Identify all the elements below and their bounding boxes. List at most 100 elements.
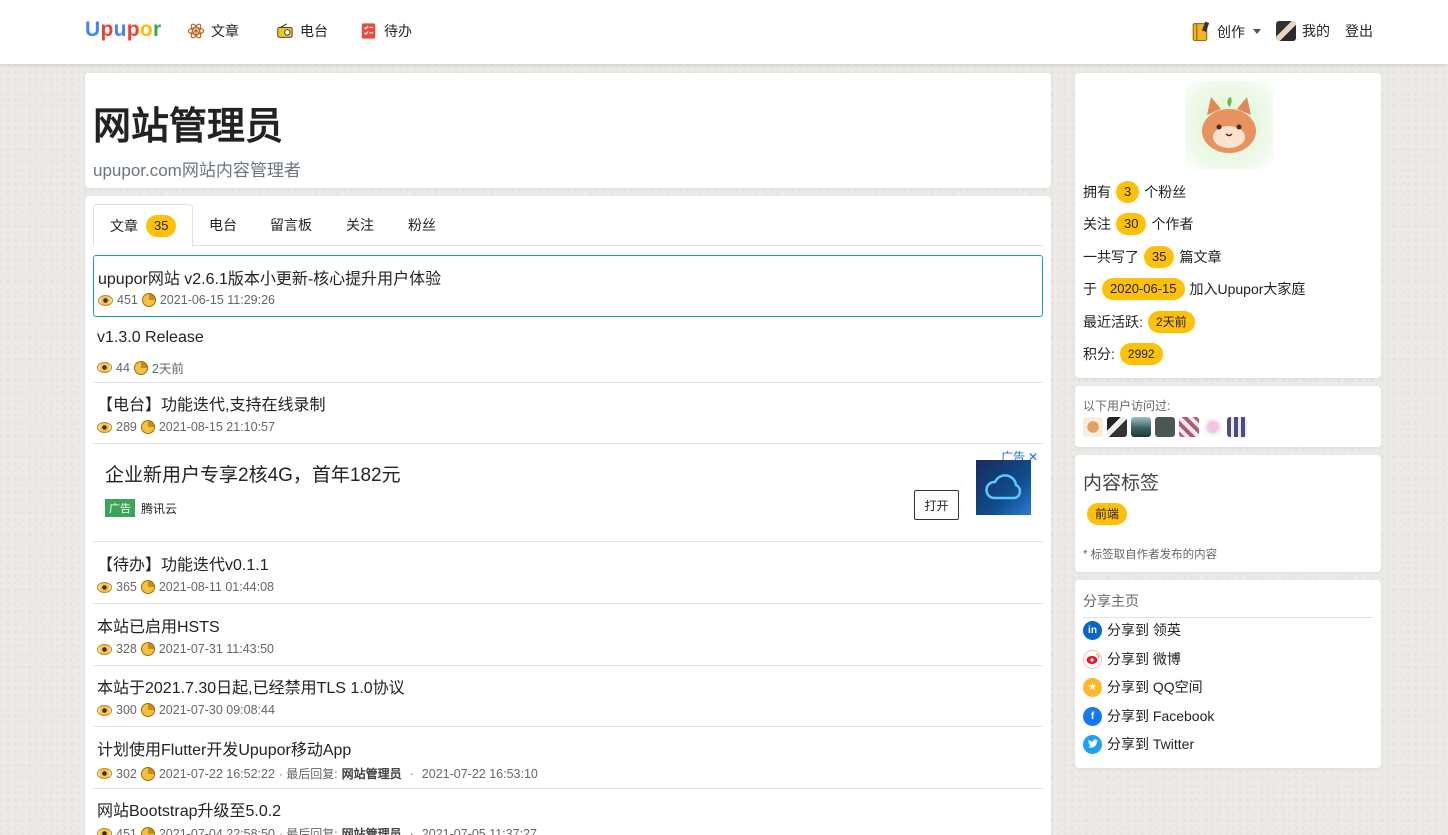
ad-tag: 广告 — [105, 499, 135, 517]
share-facebook[interactable]: f 分享到 Facebook — [1083, 706, 1214, 726]
chevron-down-icon — [1253, 29, 1261, 34]
share-label: 分享到 微博 — [1107, 651, 1181, 667]
share-label: 分享到 Twitter — [1107, 736, 1195, 752]
article-title[interactable]: 本站已启用HSTS — [97, 613, 220, 637]
ad-open-button[interactable]: 打开 — [914, 490, 959, 520]
article-item[interactable]: 网站Bootstrap升级至5.0.2 451 2021-07-04 22:58… — [93, 789, 1043, 835]
article-meta: 451 2021-06-15 11:29:26 — [98, 293, 275, 307]
article-title[interactable]: upupor网站 v2.6.1版本小更新-核心提升用户体验 — [98, 265, 441, 289]
article-item[interactable]: 本站已启用HSTS 328 2021-07-31 11:43:50 — [93, 605, 1043, 666]
fans-count-badge: 3 — [1116, 181, 1140, 203]
atom-icon — [187, 23, 205, 39]
points-stat: 积分: 2992 — [1083, 343, 1163, 365]
tab-radio[interactable]: 电台 — [193, 204, 253, 246]
visitor-avatar[interactable] — [1107, 417, 1127, 437]
publish-time: 2021-07-30 09:08:44 — [158, 703, 275, 717]
share-label: 分享到 领英 — [1107, 622, 1181, 638]
nav-item-radio[interactable]: 电台 — [276, 21, 328, 41]
view-count: 302 — [116, 766, 137, 781]
view-count: 365 — [116, 580, 137, 594]
publish-time: 2021-07-22 16:52:22 — [158, 766, 275, 781]
last-reply-user[interactable]: 网站管理员 — [342, 825, 402, 835]
weibo-icon — [1083, 649, 1102, 669]
tab-label: 文章 — [110, 217, 138, 234]
article-title[interactable]: v1.3.0 Release — [97, 329, 204, 347]
article-item[interactable]: upupor网站 v2.6.1版本小更新-核心提升用户体验 451 2021-0… — [93, 255, 1043, 317]
share-weibo[interactable]: 分享到 微博 — [1083, 649, 1181, 669]
tab-label: 电台 — [209, 217, 237, 233]
article-item[interactable]: 计划使用Flutter开发Upupor移动App 302 2021-07-22 … — [93, 727, 1043, 789]
share-qzone[interactable]: ★ 分享到 QQ空间 — [1083, 677, 1203, 697]
article-item[interactable]: 【待办】功能迭代v0.1.1 365 2021-08-11 01:44:08 — [93, 543, 1043, 604]
tab-guestbook[interactable]: 留言板 — [254, 204, 328, 246]
last-active-stat: 最近活跃: 2天前 — [1083, 311, 1195, 333]
tab-fans[interactable]: 粉丝 — [392, 204, 452, 246]
view-count: 300 — [116, 703, 137, 717]
brand-logo[interactable]: Upupor — [85, 18, 162, 42]
brand-letter: r — [153, 18, 162, 41]
visitor-avatar[interactable] — [1227, 417, 1247, 437]
view-count: 451 — [117, 293, 138, 307]
ad-title[interactable]: 企业新用户专享2核4G，首年182元 — [105, 460, 401, 487]
join-date-badge: 2020-06-15 — [1102, 278, 1185, 300]
article-item[interactable]: 本站于2021.7.30日起,已经禁用TLS 1.0协议 300 2021-07… — [93, 666, 1043, 727]
qzone-icon: ★ — [1083, 677, 1102, 697]
stat-label: 于 — [1083, 281, 1097, 297]
article-title[interactable]: 计划使用Flutter开发Upupor移动App — [97, 736, 351, 760]
twitter-icon — [1083, 734, 1102, 754]
share-twitter[interactable]: 分享到 Twitter — [1083, 734, 1194, 754]
ad-advertiser: 腾讯云 — [141, 501, 178, 516]
articles-stat: 一共写了 35 篇文章 — [1083, 246, 1221, 268]
my-profile-link[interactable]: 我的 — [1276, 21, 1330, 41]
ad-image[interactable] — [976, 460, 1031, 515]
nav-label-todo: 待办 — [384, 23, 412, 39]
tab-following[interactable]: 关注 — [330, 204, 390, 246]
article-title[interactable]: 网站Bootstrap升级至5.0.2 — [97, 797, 281, 821]
logout-link[interactable]: 登出 — [1345, 21, 1373, 41]
share-title: 分享主页 — [1083, 591, 1373, 618]
logout-label: 登出 — [1345, 23, 1373, 39]
clock-icon — [140, 420, 155, 434]
author-stats-card: 拥有 3 个粉丝 关注 30 个作者 一共写了 35 篇文章 于 2020-06… — [1075, 73, 1381, 378]
top-navbar: Upupor 文章 电台 待办 创作 我的 登出 — [0, 0, 1448, 64]
create-label: 创作 — [1217, 23, 1245, 40]
content-tag[interactable]: 前端 — [1087, 503, 1128, 525]
article-item[interactable]: 【电台】功能迭代,支持在线录制 289 2021-08-15 21:10:57 — [93, 383, 1043, 444]
create-dropdown[interactable]: 创作 — [1190, 21, 1261, 42]
visitor-avatar[interactable] — [1179, 417, 1199, 437]
clock-icon — [140, 766, 155, 781]
author-avatar[interactable] — [1185, 81, 1273, 169]
article-meta: 328 2021-07-31 11:43:50 — [97, 642, 274, 656]
separator-dot: · — [409, 766, 414, 781]
publish-time: 2021-08-15 21:10:57 — [158, 420, 275, 434]
ad-banner[interactable]: 企业新用户专享2核4G，首年182元 广告 腾讯云 打开 广告 ✕ — [93, 444, 1043, 542]
nav-label-radio: 电台 — [300, 23, 328, 39]
last-reply-user[interactable]: 网站管理员 — [342, 765, 402, 782]
article-title[interactable]: 本站于2021.7.30日起,已经禁用TLS 1.0协议 — [97, 674, 405, 698]
share-linkedin[interactable]: in 分享到 领英 — [1083, 620, 1181, 640]
clock-icon — [140, 703, 155, 717]
eye-icon — [97, 828, 112, 835]
visitor-avatar[interactable] — [1155, 417, 1175, 437]
nav-item-articles[interactable]: 文章 — [187, 21, 239, 41]
last-reply-label: · 最后回复: — [278, 827, 338, 835]
tab-label: 粉丝 — [408, 217, 436, 233]
notebook-icon — [1192, 21, 1210, 41]
article-meta: 365 2021-08-11 01:44:08 — [97, 580, 274, 594]
article-count-badge: 35 — [146, 214, 177, 237]
publish-time: 2021-07-04 22:58:50 — [158, 826, 275, 835]
fans-stat: 拥有 3 个粉丝 — [1083, 181, 1186, 203]
visitor-avatar[interactable] — [1203, 417, 1223, 437]
article-title[interactable]: 【待办】功能迭代v0.1.1 — [97, 551, 269, 575]
content-tags-title: 内容标签 — [1083, 473, 1160, 494]
publish-time: 2021-08-11 01:44:08 — [158, 580, 275, 594]
tab-articles[interactable]: 文章 35 — [93, 204, 194, 247]
ad-tag-row: 广告 腾讯云 — [105, 499, 177, 517]
visitor-avatar[interactable] — [1083, 417, 1103, 437]
stat-label: 关注 — [1083, 216, 1111, 232]
article-item[interactable]: v1.3.0 Release 44 2天前 — [93, 321, 1043, 383]
visitor-avatar[interactable] — [1131, 417, 1151, 437]
article-title[interactable]: 【电台】功能迭代,支持在线录制 — [97, 391, 325, 415]
nav-item-todo[interactable]: 待办 — [360, 21, 412, 41]
view-count: 328 — [116, 642, 137, 656]
